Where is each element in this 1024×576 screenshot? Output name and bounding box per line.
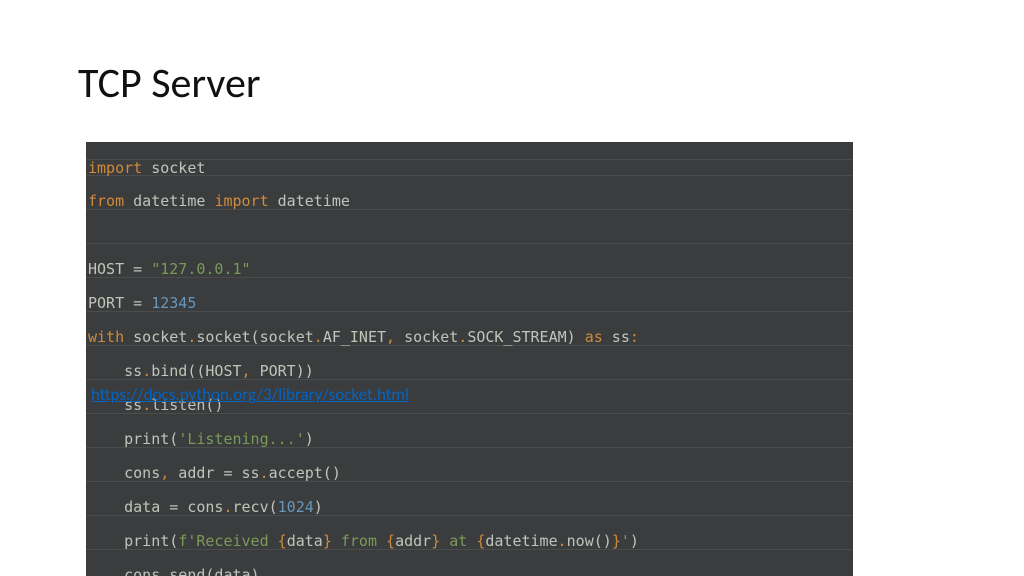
code-line: from datetime import datetime [86,193,853,210]
code-line: cons, addr = ss.accept() [86,465,853,482]
code-line: data = cons.recv(1024) [86,499,853,516]
code-line [86,227,853,244]
code-line: HOST = "127.0.0.1" [86,261,853,278]
page-title: TCP Server [78,58,261,109]
docs-link[interactable]: https://docs.python.org/3/library/socket… [91,384,409,405]
slide: TCP Server import socket from datetime i… [0,0,1024,576]
code-line: with socket.socket(socket.AF_INET, socke… [86,329,853,346]
code-line: PORT = 12345 [86,295,853,312]
code-line: ss.bind((HOST, PORT)) [86,363,853,380]
code-line: print(f'Received {data} from {addr} at {… [86,533,853,550]
code-block: import socket from datetime import datet… [86,142,853,576]
code-line: cons.send(data) [86,567,853,576]
code-line: import socket [86,159,853,176]
code-line: print('Listening...') [86,431,853,448]
